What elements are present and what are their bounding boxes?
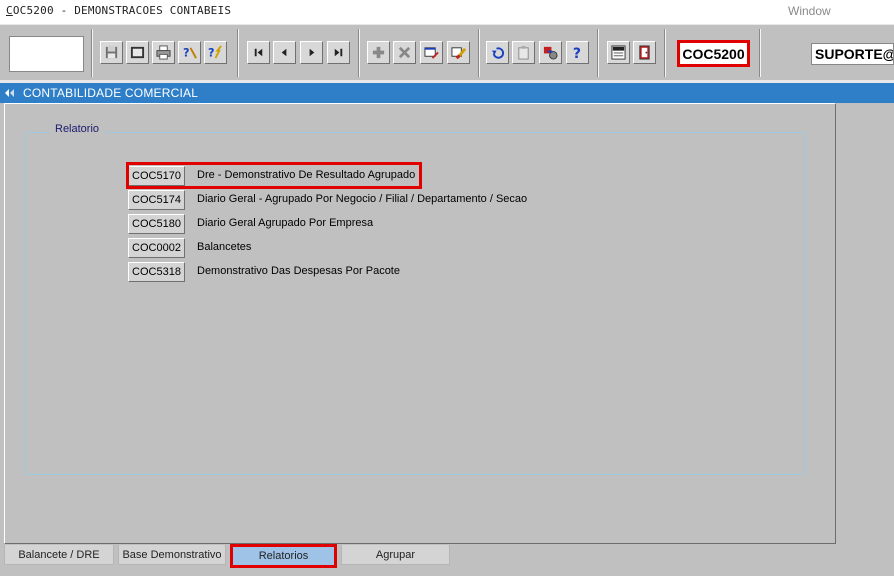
save-icon [105,46,118,59]
next-record-button[interactable] [300,41,323,64]
menu-button[interactable] [607,41,630,64]
report-button-coc5318[interactable]: COC5318 [128,262,185,282]
toolbar-separator [478,29,480,77]
previous-record-icon [281,48,287,57]
window-title-text: OC5200 - DEMONSTRACOES CONTABEIS [12,4,232,17]
report-label-coc5318: Demonstrativo Das Despesas Por Pacote [197,265,400,277]
settings-icon [543,46,558,60]
window-icon [130,46,145,59]
logo-area [9,36,84,72]
clear-record-button[interactable] [447,41,470,64]
print-button[interactable] [152,41,175,64]
previous-record-button[interactable] [273,41,296,64]
first-record-icon [254,48,263,57]
window-title-mnemonic: C [6,4,13,17]
report-button-coc5180[interactable]: COC5180 [128,214,185,234]
tab-bar: Balancete / DRE Base Demonstrativo Relat… [0,544,894,576]
svg-text:?: ? [208,46,215,59]
clipboard-button[interactable] [512,41,535,64]
toolbar-separator [91,29,93,77]
help-icon: ? [573,46,581,60]
edit-record-button[interactable] [420,41,443,64]
svg-text:?: ? [183,46,190,59]
module-title: CONTABILIDADE COMERCIAL [23,86,199,100]
first-record-button[interactable] [247,41,270,64]
clipboard-icon [518,45,529,60]
collapse-arrows-icon[interactable] [4,87,16,99]
exit-button[interactable] [633,41,656,64]
print-icon [156,45,171,60]
next-record-icon [309,48,315,57]
exit-icon [639,45,650,60]
toolbar-separator [237,29,239,77]
highlight-selected-report [126,162,422,189]
report-button-coc5174[interactable]: COC5174 [128,190,185,210]
last-record-icon [334,48,343,57]
report-label-coc5180: Diario Geral Agrupado Por Empresa [197,217,374,229]
main-canvas: Relatorio COC5170 Dre - Demonstrativo De… [4,103,836,544]
toolbar-separator [597,29,599,77]
clear-record-icon [451,47,466,60]
execute-query-icon: ? [208,45,222,59]
window-menu[interactable]: Window [788,4,831,18]
tab-base-demonstrativo[interactable]: Base Demonstrativo [118,545,226,565]
query-help-icon: ? [183,46,197,59]
title-bar: COC5200 - DEMONSTRACOES CONTABEIS Window [0,0,894,24]
window-title: COC5200 - DEMONSTRACOES CONTABEIS [6,4,231,17]
menu-icon [611,45,626,60]
report-button-coc0002[interactable]: COC0002 [128,238,185,258]
report-label-coc0002: Balancetes [197,241,252,253]
insert-record-button[interactable] [367,41,390,64]
delete-record-button[interactable] [393,41,416,64]
settings-button[interactable] [539,41,562,64]
undo-button[interactable] [486,41,509,64]
insert-record-icon [372,46,385,59]
toolbar-separator [664,29,666,77]
report-label-coc5174: Diario Geral - Agrupado Por Negocio / Fi… [197,193,528,205]
edit-record-icon [424,47,439,59]
toolbar-separator [358,29,360,77]
help-button[interactable]: ? [566,41,589,64]
tab-relatorios[interactable]: Relatorios [230,544,337,568]
delete-record-icon [398,46,411,59]
report-group-label: Relatorio [50,123,105,135]
user-field: SUPORTE@ [811,43,894,65]
svg-text:?: ? [573,46,581,60]
tab-agrupar[interactable]: Agrupar [341,545,450,565]
save-button[interactable] [100,41,123,64]
last-record-button[interactable] [327,41,350,64]
undo-icon [491,47,504,59]
window-button[interactable] [126,41,149,64]
form-code: COC5200 [677,40,750,67]
toolbar: ? ? ? COC5200 SUPORTE@ [0,24,894,80]
query-help-button[interactable]: ? [178,41,201,64]
toolbar-separator [759,29,761,77]
tab-balancete-dre[interactable]: Balancete / DRE [4,545,114,565]
module-header: CONTABILIDADE COMERCIAL [0,83,894,103]
execute-query-button[interactable]: ? [204,41,227,64]
